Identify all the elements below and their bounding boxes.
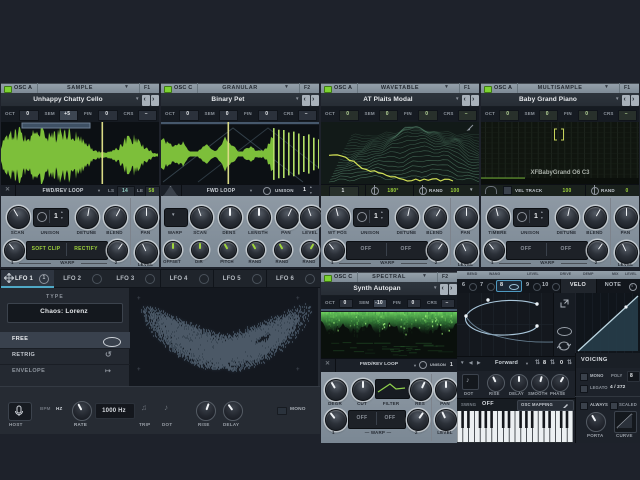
svg-text:XFBabyGrand O6 C3: XFBabyGrand O6 C3 <box>530 170 590 176</box>
